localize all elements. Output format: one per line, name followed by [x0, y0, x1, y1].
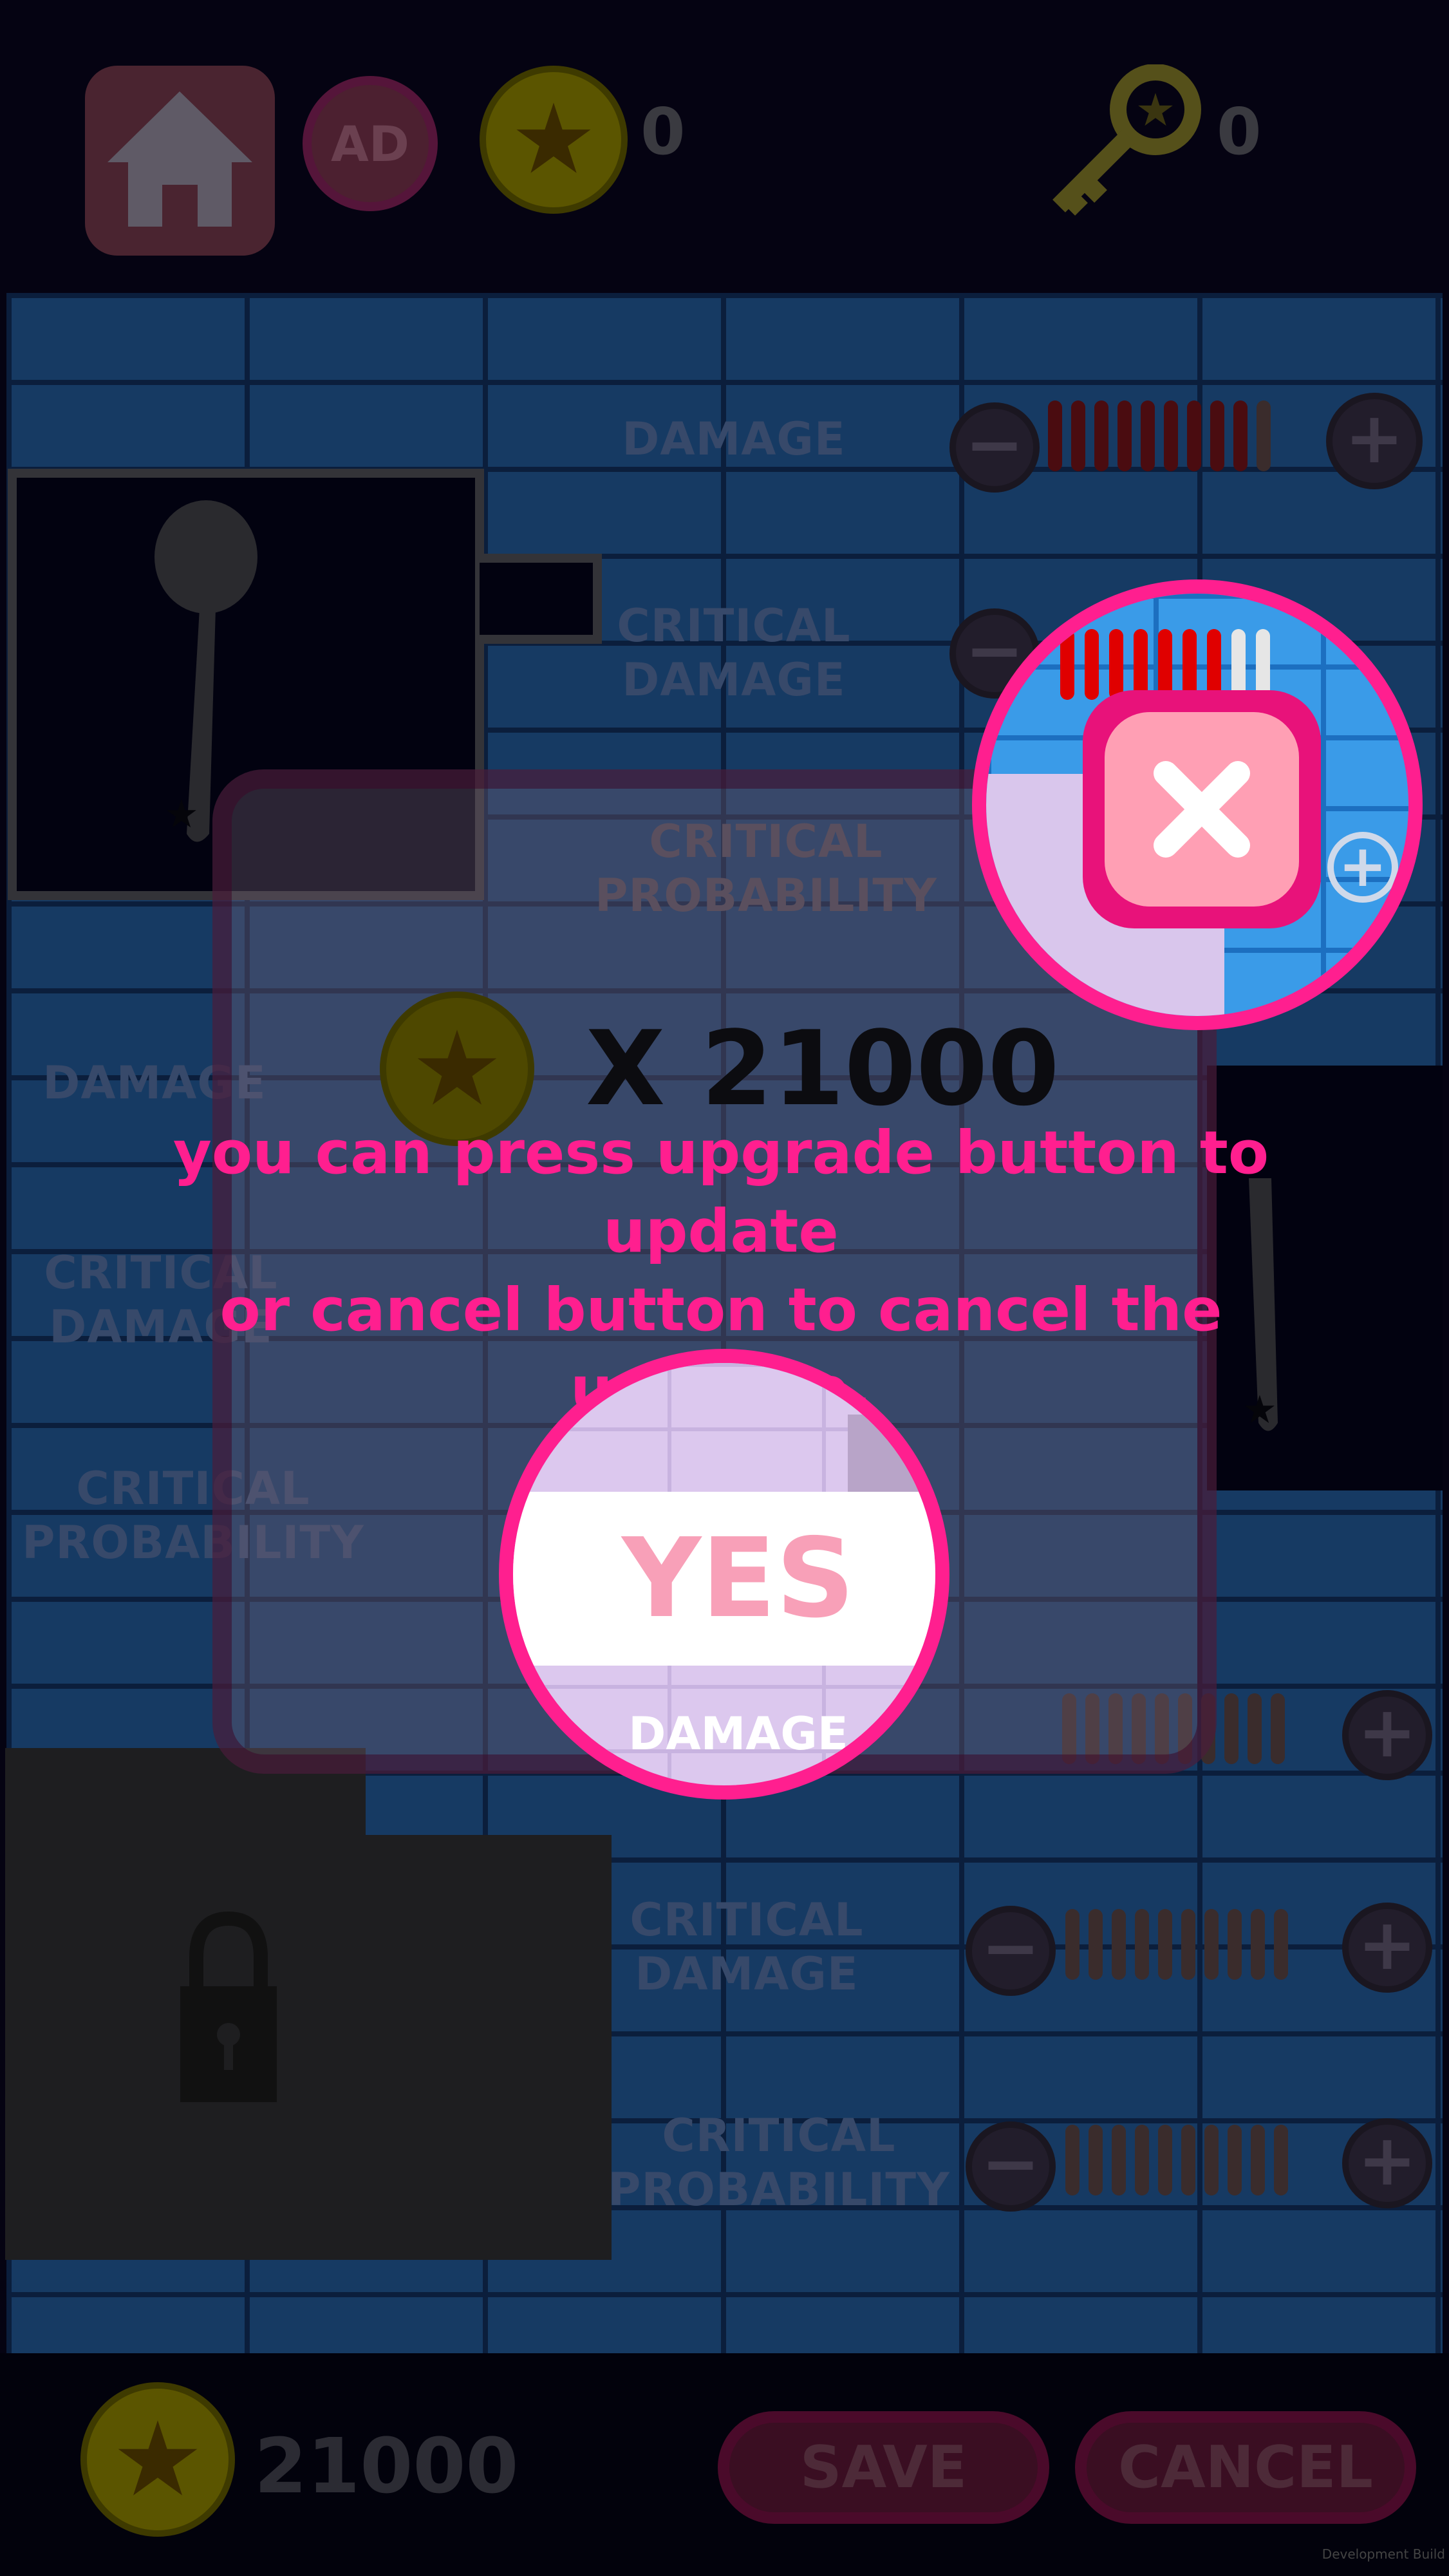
plus-button[interactable]: +: [1342, 1903, 1432, 1993]
zoom-level-bar: [1060, 629, 1270, 700]
coin-icon: ★: [480, 66, 628, 214]
cancel-highlight-zoom: +: [972, 579, 1423, 1030]
svg-text:★: ★: [1136, 84, 1176, 136]
coin-icon: ★: [80, 2382, 235, 2537]
price-prefix: X: [586, 1008, 666, 1129]
yes-highlight-zoom: YES DAMAGE: [499, 1349, 949, 1800]
stat-label-damage: DAMAGE: [622, 413, 846, 465]
cancel-button[interactable]: CANCEL: [1075, 2411, 1416, 2524]
cancel-label: CANCEL: [1118, 2434, 1373, 2501]
lock-icon: [180, 1911, 277, 2102]
coin-count: 0: [640, 94, 686, 169]
minus-button[interactable]: −: [966, 2121, 1056, 2212]
yes-button[interactable]: YES: [513, 1492, 935, 1666]
stat-label-critical-damage: CRITICAL DAMAGE: [630, 1894, 864, 2000]
home-icon: [108, 91, 252, 227]
save-label: SAVE: [799, 2434, 968, 2501]
minus-button[interactable]: −: [966, 1906, 1056, 1996]
tutorial-line-1: you can press upgrade button to update: [173, 1118, 1269, 1266]
close-icon: [1154, 761, 1250, 858]
home-button[interactable]: [85, 66, 275, 256]
star-icon: ★: [510, 84, 597, 196]
zoom-damage-label: DAMAGE: [628, 1707, 848, 1760]
plus-button[interactable]: +: [1326, 393, 1423, 489]
level-bar-critical-damage: [1065, 1909, 1288, 1980]
plus-button[interactable]: +: [1342, 2118, 1432, 2208]
yes-label: YES: [622, 1515, 855, 1642]
svg-text:★: ★: [164, 792, 199, 837]
build-label: Development Build: [1322, 2546, 1445, 2562]
weapon-slot-notch: [480, 554, 602, 644]
stat-label-critical-damage: CRITICAL DAMAGE: [617, 599, 851, 706]
locked-slot-notch-low: [360, 2086, 489, 2260]
star-icon: ★: [111, 2399, 204, 2519]
game-screen: { "top_bar": { "ad_label": "AD", "coin_c…: [0, 0, 1449, 2576]
key-count: 0: [1217, 94, 1262, 169]
top-bar: AD ★ 0 ★ 0: [0, 0, 1449, 293]
stat-label-critical-probability: CRITICAL PROBABILITY: [608, 2109, 950, 2216]
total-coins: 21000: [254, 2421, 519, 2510]
key-icon: ★: [1052, 64, 1201, 216]
ad-button[interactable]: AD: [303, 76, 438, 211]
level-bar-damage: [1048, 400, 1271, 471]
level-bar-critical-probability: [1065, 2125, 1288, 2195]
price-value: 21000: [701, 1008, 1060, 1129]
ad-label: AD: [331, 115, 409, 173]
minus-button[interactable]: −: [949, 402, 1040, 493]
price-label: X 21000: [586, 1011, 1075, 1127]
close-button[interactable]: [1083, 690, 1321, 928]
save-button[interactable]: SAVE: [718, 2411, 1049, 2524]
plus-button[interactable]: +: [1342, 1690, 1432, 1780]
zoom-plus-button: +: [1327, 832, 1398, 903]
